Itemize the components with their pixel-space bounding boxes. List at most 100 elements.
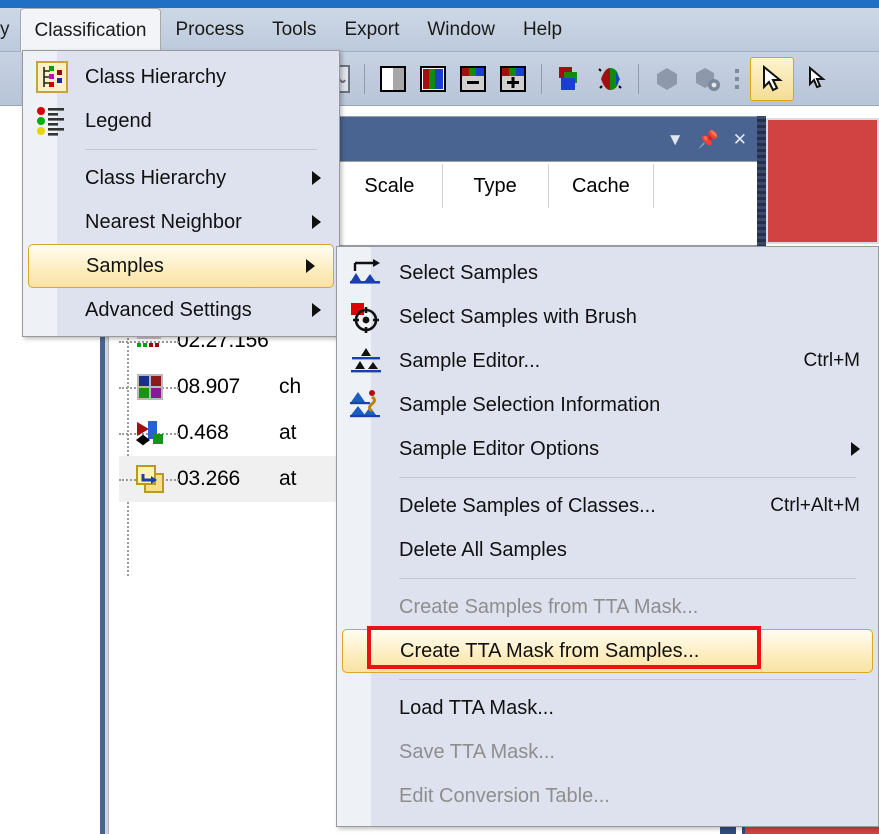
menu-item-class-hierarchy-submenu[interactable]: Class Hierarchy [23,156,339,200]
pin-icon[interactable]: 📌 [698,131,719,148]
layer-plus-icon[interactable] [496,62,530,96]
row-value: 08.907 [177,375,241,398]
submenu-arrow-icon [312,303,321,317]
menu-item-help[interactable]: Help [509,8,576,52]
classification-dropdown-menu: Class Hierarchy Legend Class Hierarchy N… [22,50,340,337]
menu-item-legend[interactable]: Legend [23,99,339,143]
menu-separator [85,149,317,150]
row-label: at [279,467,297,490]
menu-item-create-tta-mask-from-samples[interactable]: Create TTA Mask from Samples... [342,629,873,673]
submenu-arrow-icon [851,442,860,456]
menu-item-process[interactable]: Process [161,8,258,52]
menu-item-label: Legend [85,109,152,132]
menu-item-window[interactable]: Window [413,8,509,52]
submenu-arrow-icon [306,259,315,273]
layer-minus-icon[interactable] [456,62,490,96]
menu-separator [399,477,856,478]
menu-item-tools[interactable]: Tools [258,8,330,52]
layer-stack-icon[interactable] [553,62,587,96]
rgb-layers-icon[interactable] [416,62,450,96]
panel-title-bar: ▼ 📌 ✕ [337,117,759,161]
select-samples-icon [347,254,385,292]
column-header-empty[interactable] [654,164,759,208]
cursor-arrow-tool[interactable] [750,56,794,101]
menu-item-label: Sample Editor Options [399,437,600,460]
panel-column-headers: Scale Type Cache [337,161,759,217]
class-hierarchy-icon [33,58,71,96]
legend-icon [33,102,71,140]
menu-item-delete-samples-of-classes[interactable]: Delete Samples of Classes... Ctrl+Alt+M [337,484,878,528]
chevron-down-icon[interactable]: ▼ [667,131,684,148]
row-label: ch [279,375,302,398]
3d-shape-settings-icon[interactable] [690,62,724,96]
menu-item-label: Sample Editor... [399,349,541,372]
column-header-scale[interactable]: Scale [337,164,443,208]
toolbar-separator [541,63,542,94]
yellow-copy-icon [133,462,167,496]
menu-item-sample-selection-information[interactable]: Sample Selection Information [337,383,878,427]
menu-item-select-samples[interactable]: Select Samples [337,251,878,295]
menu-item-label: Save TTA Mask... [399,740,555,763]
menu-item-label: Delete All Samples [399,538,567,561]
toolbar-separator [638,63,639,94]
menu-item-export[interactable]: Export [330,8,413,52]
submenu-arrow-icon [312,215,321,229]
column-header-cache[interactable]: Cache [549,164,655,208]
menu-item-sample-editor[interactable]: Sample Editor... Ctrl+M [337,339,878,383]
menu-item-label: Edit Conversion Table... [399,784,610,807]
brush-target-icon [347,298,385,336]
cursor-secondary-tool[interactable] [800,62,834,96]
menu-item-shortcut: Ctrl+Alt+M [770,495,860,516]
docked-panel: ▼ 📌 ✕ Scale Type Cache [336,116,760,246]
menu-item-shortcut: Ctrl+M [803,350,860,371]
menu-item-edit-conversion-table: Edit Conversion Table... [337,774,878,818]
menu-item-load-tta-mask[interactable]: Load TTA Mask... [337,686,878,730]
menu-item-create-samples-from-tta-mask: Create Samples from TTA Mask... [337,585,878,629]
window-accent-strip [0,0,879,8]
menu-separator [399,679,856,680]
menu-item-label: Select Samples [399,261,538,284]
menu-item-clipped[interactable]: y [0,8,14,52]
menu-item-delete-all-samples[interactable]: Delete All Samples [337,528,878,572]
toolbar-overflow-handle[interactable] [735,68,739,89]
four-color-squares-icon [133,370,167,404]
panel-scrollbar[interactable] [757,116,766,246]
menu-item-label: Class Hierarchy [85,65,227,88]
3d-shape-icon[interactable] [650,62,684,96]
menu-item-label: Samples [86,254,164,277]
menu-item-label: Sample Selection Information [399,393,661,416]
column-header-type[interactable]: Type [443,164,549,208]
sample-editor-icon [347,342,385,380]
menu-item-select-samples-with-brush[interactable]: Select Samples with Brush [337,295,878,339]
sample-info-icon [347,386,385,424]
menu-item-label: Class Hierarchy [85,166,227,189]
menu-item-samples[interactable]: Samples [28,244,334,288]
menu-item-nearest-neighbor[interactable]: Nearest Neighbor [23,200,339,244]
menu-item-label: Select Samples with Brush [399,305,637,328]
row-value: 0.468 [177,421,229,444]
toolbar-separator [364,63,365,94]
menu-item-classification[interactable]: Classification [19,8,162,52]
row-value: 03.266 [177,467,241,490]
menu-item-label: Delete Samples of Classes... [399,494,656,517]
menu-item-label: Nearest Neighbor [85,210,242,233]
menu-item-label: Load TTA Mask... [399,696,554,719]
menu-bar-items: y Classification Process Tools Export Wi… [0,8,576,52]
menu-item-advanced-settings[interactable]: Advanced Settings [23,288,339,332]
menu-item-sample-editor-options[interactable]: Sample Editor Options [337,427,878,471]
menu-separator [399,578,856,579]
image-equalize-icon[interactable] [593,62,627,96]
submenu-arrow-icon [312,171,321,185]
menu-item-label: Create TTA Mask from Samples... [400,639,700,662]
row-label: at [279,421,297,444]
menu-item-save-tta-mask: Save TTA Mask... [337,730,878,774]
menu-item-label: Create Samples from TTA Mask... [399,595,699,618]
menu-item-label: Advanced Settings [85,298,252,321]
close-icon[interactable]: ✕ [733,131,747,148]
blue-green-arrows-icon [133,416,167,450]
samples-submenu: Select Samples Select Samples with Brush [336,246,879,827]
menu-item-class-hierarchy-window[interactable]: Class Hierarchy [23,55,339,99]
application-window: 02.27.156 08.907 ch 0.468 at 03.266 at ▼… [0,0,879,834]
image-preview-red [766,118,879,244]
split-view-icon[interactable] [376,62,410,96]
